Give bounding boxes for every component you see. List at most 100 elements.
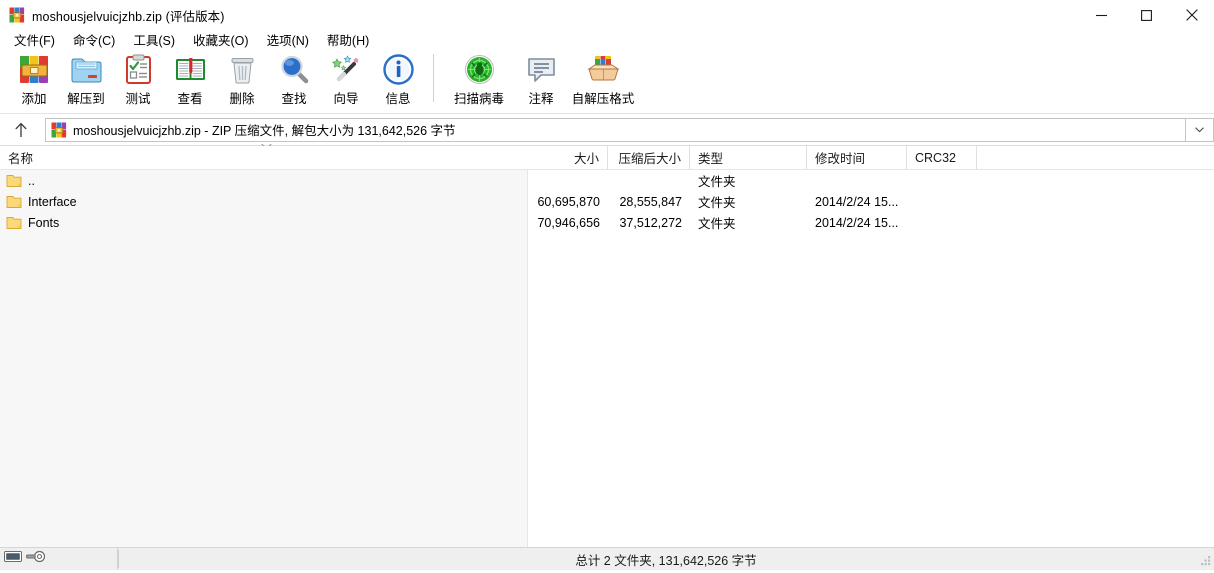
address-bar: moshousjelvuicjzhb.zip - ZIP 压缩文件, 解包大小为… bbox=[0, 114, 1214, 149]
cell-packed-size: 28,555,847 bbox=[619, 194, 682, 209]
status-bar: 总计 2 文件夹, 131,642,526 字节 bbox=[0, 547, 1214, 570]
toolbar-label-comment: 注释 bbox=[528, 92, 554, 106]
menu-options[interactable]: 选项(N) bbox=[258, 29, 318, 51]
column-headers: 名称 大小 压缩后大小 类型 修改时间 CRC32 bbox=[0, 146, 1214, 170]
toolbar-button-wizard[interactable]: 向导 bbox=[320, 50, 372, 110]
column-header-modified[interactable]: 修改时间 bbox=[807, 146, 907, 169]
column-header-name[interactable]: 名称 bbox=[0, 146, 528, 169]
add-archive-icon bbox=[18, 53, 51, 86]
toolbar-button-virus-scan[interactable]: 扫描病毒 bbox=[443, 50, 515, 110]
view-file-icon bbox=[174, 53, 207, 86]
status-bar-icons bbox=[0, 548, 118, 570]
toolbar-label-virus-scan: 扫描病毒 bbox=[453, 92, 504, 106]
toolbar-label-wizard: 向导 bbox=[333, 92, 359, 106]
menu-favorites[interactable]: 收藏夹(O) bbox=[184, 29, 258, 51]
address-dropdown-button[interactable] bbox=[1186, 117, 1214, 142]
sfx-icon bbox=[586, 53, 620, 86]
cell-crc32 bbox=[907, 212, 977, 233]
window-controls bbox=[1079, 0, 1214, 30]
cell-size: 70,946,656 bbox=[537, 215, 600, 230]
delete-icon bbox=[226, 53, 259, 86]
toolbar-label-delete: 删除 bbox=[229, 92, 255, 106]
toolbar-label-view: 查看 bbox=[177, 92, 203, 106]
file-list[interactable]: .. 文件夹 Interface 60,695,870 28,555,847 文… bbox=[0, 170, 1214, 547]
toolbar-button-comment[interactable]: 注释 bbox=[515, 50, 567, 110]
status-divider bbox=[118, 550, 119, 568]
cell-packed-size: 37,512,272 bbox=[619, 215, 682, 230]
toolbar-label-sfx: 自解压格式 bbox=[571, 92, 635, 106]
winrar-books-icon bbox=[51, 122, 67, 138]
test-archive-icon bbox=[122, 53, 155, 86]
toolbar-button-view[interactable]: 查看 bbox=[164, 50, 216, 110]
toolbar-button-test[interactable]: 测试 bbox=[112, 50, 164, 110]
resize-grip[interactable] bbox=[1199, 555, 1212, 568]
folder-icon bbox=[6, 173, 22, 189]
cell-size: 60,695,870 bbox=[537, 194, 600, 209]
column-header-packed-size[interactable]: 压缩后大小 bbox=[608, 146, 690, 169]
window-title: moshousjelvuicjzhb.zip (评估版本) bbox=[32, 9, 225, 24]
cell-name[interactable]: Fonts bbox=[0, 212, 528, 233]
title-bar: moshousjelvuicjzhb.zip (评估版本) bbox=[0, 0, 1214, 30]
cell-crc32 bbox=[907, 191, 977, 212]
status-bar-summary: 总计 2 文件夹, 131,642,526 字节 bbox=[118, 548, 1214, 570]
toolbar-label-find: 查找 bbox=[281, 92, 307, 106]
toolbar-label-add: 添加 bbox=[21, 92, 47, 106]
cell-type: 文件夹 bbox=[698, 175, 736, 189]
winrar-window: moshousjelvuicjzhb.zip (评估版本) 文件(F) 命令(C… bbox=[0, 0, 1214, 570]
file-rows: .. 文件夹 Interface 60,695,870 28,555,847 文… bbox=[0, 170, 1214, 233]
toolbar-button-sfx[interactable]: 自解压格式 bbox=[567, 50, 639, 110]
cell-modified bbox=[807, 170, 907, 191]
column-header-crc32[interactable]: CRC32 bbox=[907, 146, 977, 169]
toolbar: 添加 解压到 测试 查看 删除 查找 向导 信息 扫描病毒 注释 自解压格式 bbox=[0, 50, 1214, 114]
cell-modified: 2014/2/24 15... bbox=[815, 215, 899, 230]
toolbar-label-test: 测试 bbox=[125, 92, 151, 106]
extract-to-icon bbox=[70, 53, 103, 86]
address-text: moshousjelvuicjzhb.zip - ZIP 压缩文件, 解包大小为… bbox=[73, 124, 456, 138]
column-header-type[interactable]: 类型 bbox=[690, 146, 807, 169]
virus-scan-icon bbox=[463, 53, 496, 86]
status-summary-text: 总计 2 文件夹, 131,642,526 字节 bbox=[575, 553, 757, 568]
menu-help[interactable]: 帮助(H) bbox=[318, 29, 378, 51]
find-icon bbox=[278, 53, 311, 86]
chevron-down-icon bbox=[1195, 126, 1204, 132]
table-row[interactable]: .. 文件夹 bbox=[0, 170, 1214, 191]
folder-icon bbox=[6, 215, 22, 231]
cell-type: 文件夹 bbox=[698, 217, 736, 231]
cell-name-text: .. bbox=[28, 173, 35, 188]
toolbar-label-extract-to: 解压到 bbox=[67, 92, 105, 106]
menu-tools[interactable]: 工具(S) bbox=[124, 29, 184, 51]
toolbar-button-delete[interactable]: 删除 bbox=[216, 50, 268, 110]
column-header-size[interactable]: 大小 bbox=[528, 146, 608, 169]
toolbar-label-info: 信息 bbox=[385, 92, 411, 106]
cell-crc32 bbox=[907, 170, 977, 191]
wizard-icon bbox=[330, 53, 363, 86]
cell-name[interactable]: Interface bbox=[0, 191, 528, 212]
folder-icon bbox=[6, 194, 22, 210]
close-button[interactable] bbox=[1169, 0, 1214, 30]
toolbar-separator bbox=[433, 54, 434, 102]
table-row[interactable]: Fonts 70,946,656 37,512,272 文件夹 2014/2/2… bbox=[0, 212, 1214, 233]
cell-name-text: Fonts bbox=[28, 215, 60, 230]
toolbar-button-extract-to[interactable]: 解压到 bbox=[60, 50, 112, 110]
cell-type: 文件夹 bbox=[698, 196, 736, 210]
maximize-button[interactable] bbox=[1124, 0, 1169, 30]
minimize-button[interactable] bbox=[1079, 0, 1124, 30]
menu-file[interactable]: 文件(F) bbox=[5, 29, 64, 51]
toolbar-button-add[interactable]: 添加 bbox=[8, 50, 60, 110]
comment-icon bbox=[525, 53, 558, 86]
cell-modified: 2014/2/24 15... bbox=[815, 194, 899, 209]
cell-name[interactable]: .. bbox=[0, 170, 528, 191]
toolbar-button-info[interactable]: 信息 bbox=[372, 50, 424, 110]
cell-name-text: Interface bbox=[28, 194, 77, 209]
key-icon[interactable] bbox=[26, 550, 46, 568]
address-input[interactable]: moshousjelvuicjzhb.zip - ZIP 压缩文件, 解包大小为… bbox=[45, 117, 1186, 142]
info-icon bbox=[382, 53, 415, 86]
menu-bar: 文件(F) 命令(C) 工具(S) 收藏夹(O) 选项(N) 帮助(H) bbox=[0, 30, 1214, 50]
table-row[interactable]: Interface 60,695,870 28,555,847 文件夹 2014… bbox=[0, 191, 1214, 212]
cell-packed-size bbox=[608, 170, 690, 191]
winrar-books-icon bbox=[9, 7, 25, 23]
menu-commands[interactable]: 命令(C) bbox=[64, 29, 124, 51]
toolbar-button-find[interactable]: 查找 bbox=[268, 50, 320, 110]
up-folder-icon[interactable] bbox=[6, 116, 36, 144]
archive-state-icon[interactable] bbox=[4, 550, 22, 568]
